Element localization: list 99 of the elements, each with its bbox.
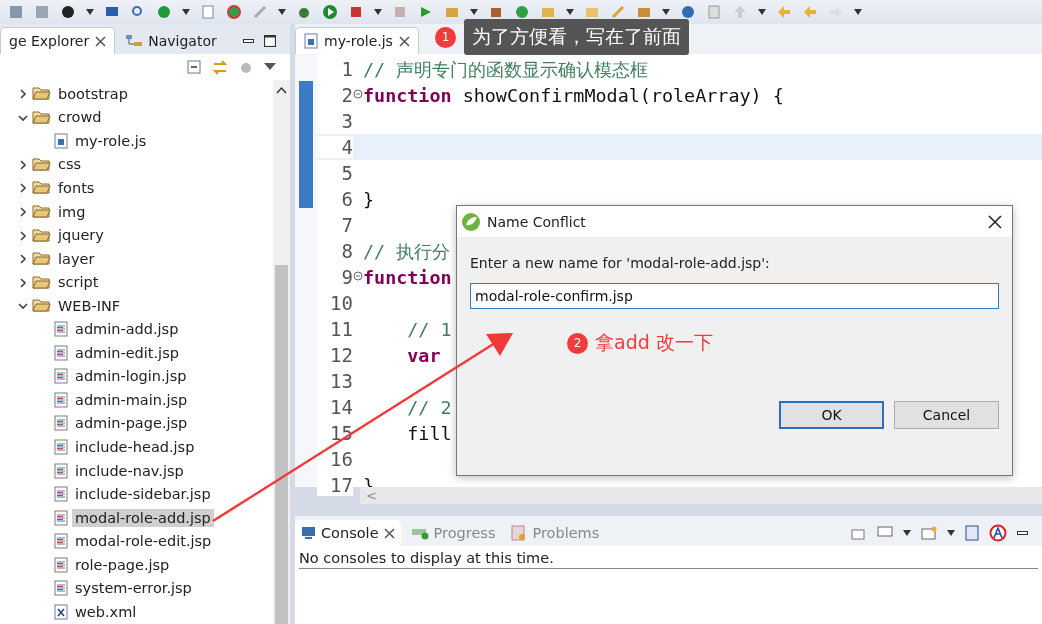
tree-item[interactable]: system-error.jsp [72,579,195,598]
fold-icon[interactable] [353,270,363,281]
code-line: // 声明专门的函数显示确认模态框 [363,57,649,82]
tree-item[interactable]: img [55,202,89,221]
chevron-right-icon[interactable] [18,254,28,265]
dialog-button[interactable]: OK [779,401,884,429]
name-field[interactable]: modal-role-confirm.jsp [470,283,999,309]
file-icon [54,415,68,432]
chevron-right-icon[interactable] [18,183,28,194]
fold-icon[interactable] [353,88,363,99]
file-icon [54,438,68,455]
caret-icon[interactable] [374,9,382,15]
console-message: No consoles to display at this time. [299,550,1038,569]
caret-icon[interactable] [903,530,911,536]
line-number: 4 [317,136,353,158]
caret-icon[interactable] [947,530,955,536]
tree-item[interactable]: admin-page.jsp [72,414,191,433]
caret-icon[interactable] [86,9,94,15]
chevron-right-icon[interactable] [18,207,28,217]
minimize-icon[interactable] [1017,531,1028,535]
tree-item[interactable]: role-page.jsp [72,555,173,574]
view-tab[interactable]: ge Explorer [0,27,116,54]
dialog-button[interactable]: Cancel [894,401,999,429]
tree-item[interactable]: layer [55,249,98,268]
tree-item[interactable]: include-sidebar.jsp [72,485,214,504]
view-tab[interactable]: Console [295,520,401,546]
tree-item[interactable]: admin-edit.jsp [72,343,182,362]
caret-icon[interactable] [662,9,670,15]
tree-item[interactable]: css [55,155,85,174]
close-icon[interactable] [398,35,410,47]
file-icon [54,344,68,361]
play-icon[interactable] [322,4,338,20]
tree-item[interactable]: web.xml [72,602,140,621]
dialog-prompt: Enter a new name for 'modal-role-add.jsp': [470,255,771,271]
chevron-right-icon[interactable] [18,159,28,170]
file-icon [54,462,68,479]
tree-item[interactable]: bootstrap [55,84,131,103]
tree-item[interactable]: modal-role-edit.jsp [72,532,215,551]
tree-item[interactable]: my-role.js [72,131,150,150]
view-tab[interactable]: Navigator [117,27,226,54]
code-line: // 2 [406,396,452,418]
chevron-right-icon[interactable] [18,89,28,100]
tree-item[interactable]: fonts [55,178,98,197]
tree-item[interactable]: admin-login.jsp [72,367,190,386]
chevron-right-icon[interactable] [18,230,28,241]
close-icon[interactable] [95,35,107,47]
tree-item[interactable]: modal-role-add.jsp [72,508,214,527]
tree-item[interactable]: crowd [55,108,105,127]
annotation-bubble: 为了方便看，写在了前面 [464,19,689,55]
code-line: function showConfirmModal(roleArray) { [363,84,784,106]
dialog-title: Name Conflict [487,213,586,230]
caret-icon[interactable] [566,9,574,15]
code-line: fill [406,422,452,444]
file-icon [54,486,68,503]
hierarchy-icon [126,35,143,47]
scroll-up-icon[interactable] [275,85,288,95]
caret-icon[interactable] [758,9,766,15]
tree-item[interactable]: admin-main.jsp [72,390,191,409]
caret-icon[interactable] [854,9,862,15]
problems-icon [511,525,528,541]
chevron-right-icon[interactable] [18,277,28,288]
close-icon [988,214,1002,229]
close-icon[interactable] [383,527,395,539]
minimize-icon[interactable] [243,39,254,43]
chevron-down-icon[interactable] [18,112,28,123]
tree-item[interactable]: jquery [55,226,107,245]
tree-item[interactable]: script [55,273,102,292]
file-icon [54,556,68,573]
view-menu-icon[interactable] [264,63,276,71]
tree-item[interactable]: include-nav.jsp [72,461,187,480]
caret-icon[interactable] [470,9,478,15]
maximize-icon[interactable] [264,35,276,47]
code-line: // 执行分 [363,239,451,264]
tree-item[interactable]: admin-add.jsp [72,320,182,339]
file-icon [54,368,68,385]
leaf-icon [461,211,481,232]
xml-file-icon [54,603,68,620]
annotation-text: 拿add 改一下 [595,330,713,355]
editor-tab[interactable]: my-role.js [295,27,419,54]
scrollbar[interactable] [273,80,290,624]
file-icon [54,391,68,408]
circle-letter-icon[interactable] [989,524,1007,542]
tree-item[interactable]: include-head.jsp [72,437,198,456]
file-icon [54,580,68,597]
tree-item[interactable]: WEB-INF [55,296,124,315]
script-file-icon [304,33,318,49]
file-icon [54,509,68,526]
file-icon [54,321,68,338]
code-line: function [363,266,452,288]
collapse-all-icon[interactable] [187,59,202,75]
caret-icon[interactable] [278,9,286,15]
code-line: var [406,344,441,366]
file-icon [54,533,68,550]
progress-icon [410,526,429,540]
script-file-icon [54,132,68,149]
chevron-down-icon[interactable] [18,301,28,312]
code-line: // 1 [406,318,452,340]
caret-icon[interactable] [182,9,190,15]
code-line: } [363,188,375,210]
